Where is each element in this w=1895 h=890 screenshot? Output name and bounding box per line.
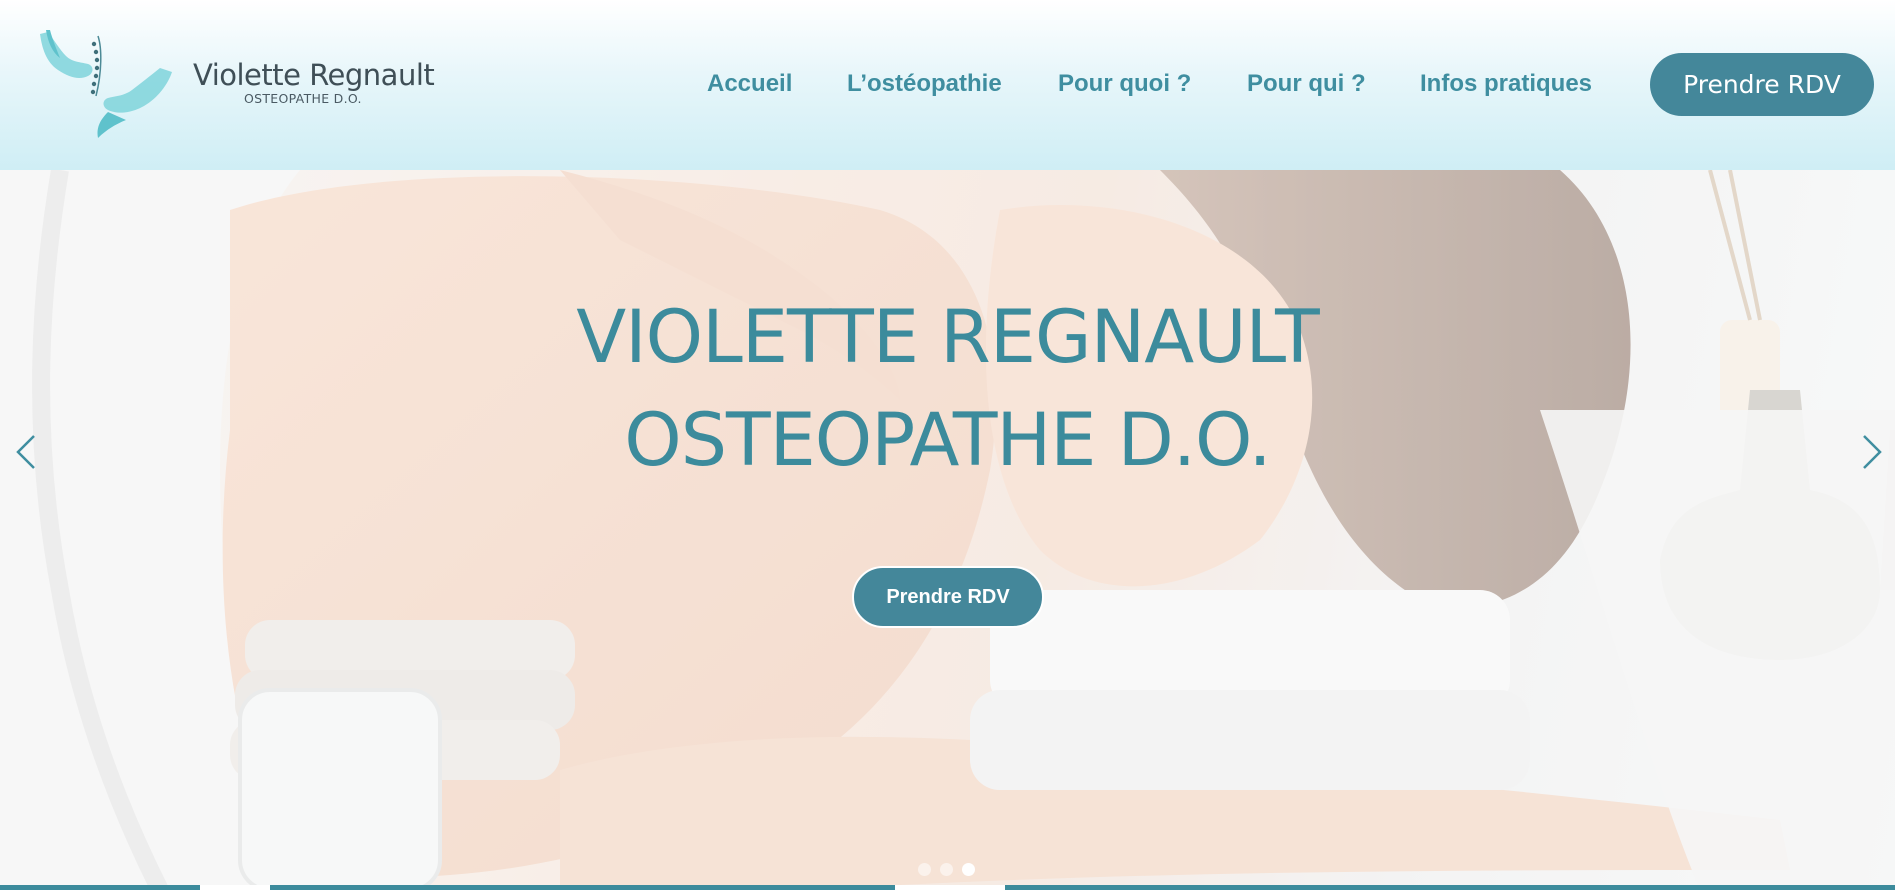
site-header: Violette Regnault OSTEOPATHE D.O. Accuei…	[0, 0, 1895, 170]
slider-next-button[interactable]	[1852, 422, 1892, 482]
nav-item-pour-quoi[interactable]: Pour quoi ?	[1058, 70, 1191, 98]
strip-segment	[895, 885, 1005, 890]
hero-slider: VIOLETTE REGNAULT OSTEOPATHE D.O. Prendr…	[0, 170, 1895, 890]
nav-item-pour-qui[interactable]: Pour qui ?	[1247, 70, 1366, 98]
nav-item-infos-pratiques[interactable]: Infos pratiques	[1420, 70, 1592, 98]
hero-background-image	[0, 170, 1895, 890]
slider-dot[interactable]	[918, 863, 931, 876]
slider-dots	[918, 863, 975, 879]
chevron-right-icon	[1863, 435, 1882, 469]
slider-prev-button[interactable]	[6, 422, 46, 482]
bottom-strip	[0, 885, 1895, 890]
slider-dot[interactable]	[940, 863, 953, 876]
chevron-left-icon	[16, 435, 35, 469]
main-nav: Accueil L’ostéopathie Pour quoi ? Pour q…	[0, 0, 1895, 170]
hero-title-line2: OSTEOPATHE D.O.	[624, 398, 1272, 483]
strip-segment	[200, 885, 270, 890]
nav-item-accueil[interactable]: Accueil	[707, 70, 792, 98]
hero-rdv-button[interactable]: Prendre RDV	[852, 566, 1044, 628]
slider-dot-active[interactable]	[962, 863, 975, 876]
nav-item-osteopathie[interactable]: L’ostéopathie	[847, 70, 1002, 98]
header-rdv-button[interactable]: Prendre RDV	[1650, 53, 1874, 116]
hero-title-line1: VIOLETTE REGNAULT	[576, 295, 1320, 380]
